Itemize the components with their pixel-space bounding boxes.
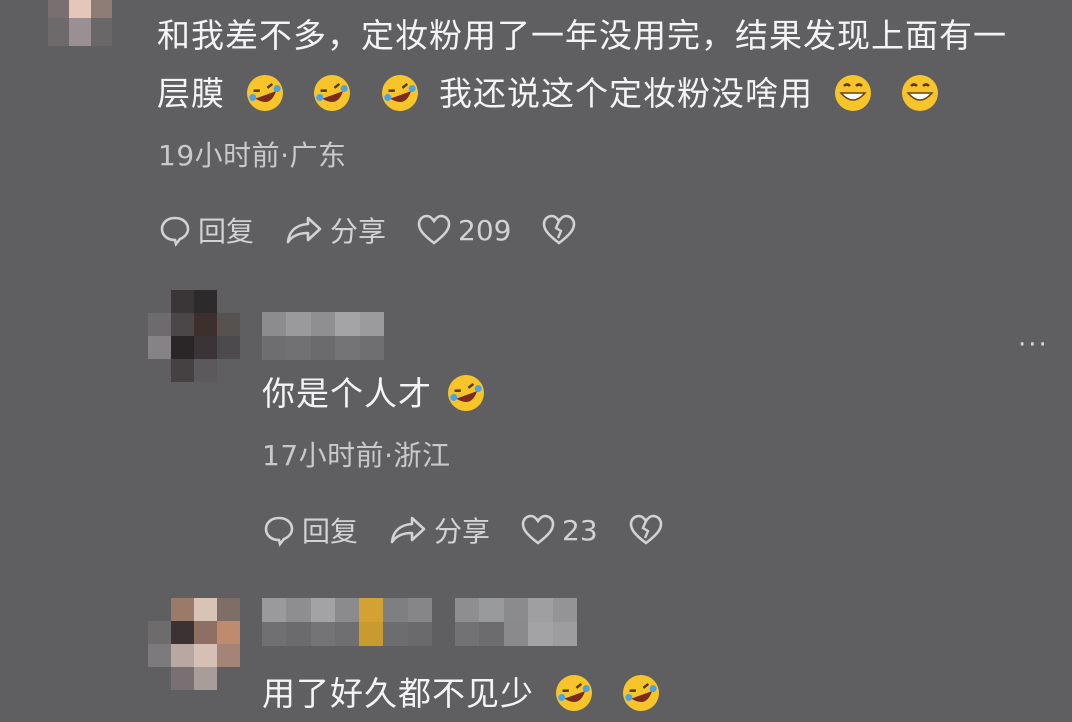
avatar[interactable] xyxy=(148,290,240,382)
broken-heart-icon xyxy=(543,214,576,245)
like-count: 209 xyxy=(458,213,512,247)
comment-text: 你是个人才 xyxy=(262,366,494,422)
reply-button[interactable]: 回复 xyxy=(262,510,358,550)
username[interactable] xyxy=(262,312,384,360)
rolling-laughing-emoji xyxy=(314,74,350,111)
grinning-emoji xyxy=(834,74,871,111)
comment-text: 用了好久都不见少 xyxy=(262,666,669,722)
comment-text-line-2: 层膜 我还说这个定妆粉没啥用 xyxy=(157,66,948,122)
share-arrow-icon xyxy=(286,216,322,244)
comment-bubble-icon xyxy=(264,516,294,547)
rolling-laughing-emoji xyxy=(447,374,484,411)
broken-heart-icon xyxy=(629,514,662,545)
more-button[interactable]: ··· xyxy=(1018,330,1049,360)
heart-icon xyxy=(417,214,451,245)
rolling-laughing-emoji xyxy=(381,74,418,111)
heart-icon xyxy=(521,514,555,545)
comment-bubble-icon xyxy=(160,216,190,247)
dislike-button[interactable] xyxy=(628,513,670,547)
like-button[interactable]: 23 xyxy=(520,513,598,547)
comment-text: 和我差不多，定妆粉用了一年没用完，结果发现上面有一 xyxy=(157,8,1007,64)
comment-actions: 回复 分享 23 xyxy=(262,510,700,550)
avatar[interactable] xyxy=(148,598,240,690)
comment-actions: 回复 分享 209 xyxy=(158,210,613,250)
share-arrow-icon xyxy=(390,516,426,544)
username[interactable] xyxy=(262,598,432,646)
share-button[interactable]: 分享 xyxy=(284,210,386,250)
share-button[interactable]: 分享 xyxy=(388,510,490,550)
reply-button[interactable]: 回复 xyxy=(158,210,254,250)
like-count: 23 xyxy=(562,513,598,547)
rolling-laughing-emoji xyxy=(555,674,592,711)
comment-meta: 17小时前·浙江 xyxy=(262,439,451,472)
like-button[interactable]: 209 xyxy=(416,213,511,247)
dislike-button[interactable] xyxy=(541,213,583,247)
rolling-laughing-emoji xyxy=(246,74,283,111)
grinning-emoji xyxy=(902,74,938,111)
avatar[interactable] xyxy=(48,0,112,46)
rolling-laughing-emoji xyxy=(623,674,659,711)
user-badge xyxy=(455,598,577,646)
comment-meta: 19小时前·广东 xyxy=(158,139,347,172)
comment-text-line-1: 和我差不多，定妆粉用了一年没用完，结果发现上面有一 xyxy=(157,16,1007,55)
